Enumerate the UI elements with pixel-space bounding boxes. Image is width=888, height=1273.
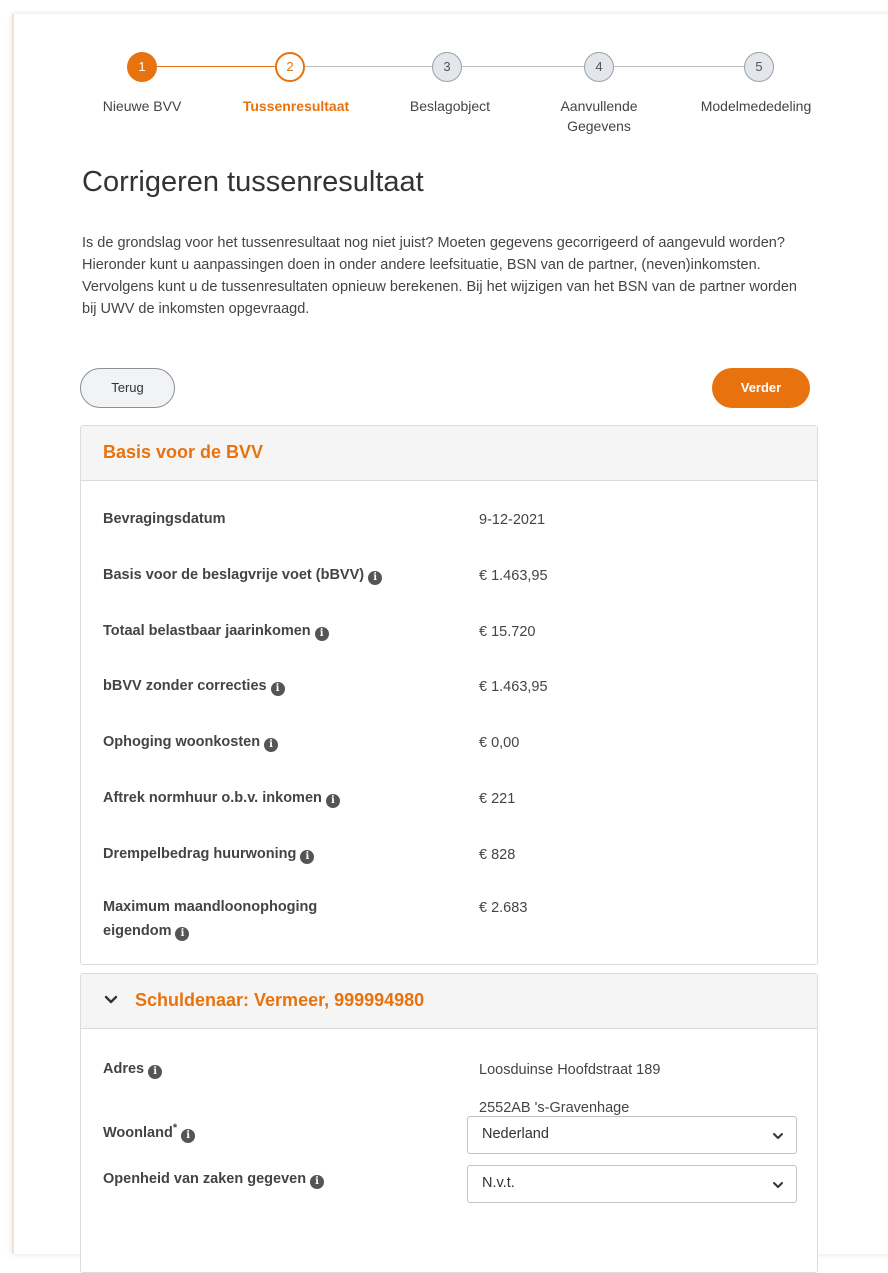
chevron-down-icon[interactable] (103, 992, 119, 1008)
row-label: Bevragingsdatum (103, 511, 226, 527)
step-5-label: Modelmededeling (700, 98, 812, 114)
step-1-label[interactable]: Nieuwe BVV (72, 96, 212, 116)
step-connector (462, 66, 584, 67)
step-5-circle: 5 (744, 52, 774, 82)
country-label: Woonland*i (103, 1116, 453, 1145)
step-2-label[interactable]: Tussenresultaat (226, 96, 366, 116)
row-label: Drempelbedrag huurwoning i (103, 842, 453, 866)
row-label: Basis voor de beslagvrije voet (bBVV) i (103, 563, 453, 587)
basis-panel-header: Basis voor de BVV (81, 426, 817, 481)
chevron-down-icon (773, 1133, 783, 1139)
row-value: € 221 (479, 791, 516, 807)
row-value: € 0,00 (479, 735, 520, 751)
next-button[interactable]: Verder (712, 368, 810, 408)
row-label: Aftrek normhuur o.b.v. inkomen i (103, 786, 453, 810)
info-icon[interactable]: i (264, 738, 279, 752)
address-label: Adres i (103, 1057, 453, 1081)
step-connector (305, 66, 432, 67)
debtor-panel: Schuldenaar: Vermeer, 999994980 Adres i L… (80, 973, 818, 1273)
row-value: 9-12-2021 (479, 512, 546, 528)
info-icon[interactable]: i (368, 571, 383, 585)
chevron-down-icon (773, 1182, 783, 1188)
row-label: Maximum maandloonophoging eigendom i (103, 899, 318, 941)
step-3-circle: 3 (432, 52, 462, 82)
basis-panel-title: Basis voor de BVV (103, 442, 264, 462)
disclosure-select[interactable]: N.v.t. (467, 1165, 797, 1203)
country-select-value: Nederland (482, 1126, 549, 1142)
step-connector (157, 66, 275, 67)
page-title: Corrigeren tussenresultaat (82, 166, 424, 198)
progress-stepper: 1 2 3 4 5 Nieuwe BVV Tussenresultaat Bes… (0, 0, 888, 160)
row-value: € 1.463,95 (479, 679, 548, 695)
intro-text: Is de grondslag voor het tussenresultaat… (82, 235, 797, 317)
debtor-panel-title: Schuldenaar: Vermeer, 999994980 (135, 990, 425, 1010)
info-icon[interactable]: i (325, 794, 340, 808)
row-label: bBVV zonder correcties i (103, 674, 453, 698)
step-4-label: Aanvullende Gegevens (560, 98, 638, 134)
info-icon[interactable]: i (310, 1175, 325, 1189)
step-1-circle[interactable]: 1 (127, 52, 157, 82)
row-value: € 15.720 (479, 624, 536, 640)
info-icon[interactable]: i (175, 927, 190, 941)
info-icon[interactable]: i (148, 1065, 163, 1079)
info-icon[interactable]: i (300, 850, 315, 864)
disclosure-label: Openheid van zaken gegeven i (103, 1167, 453, 1191)
step-2-circle[interactable]: 2 (275, 52, 305, 82)
row-label: Totaal belastbaar jaarinkomen i (103, 619, 453, 643)
country-select[interactable]: Nederland (467, 1116, 797, 1154)
address-line-1: Loosduinse Hoofdstraat 189 (479, 1062, 661, 1078)
row-value: € 2.683 (479, 900, 528, 916)
row-value: € 1.463,95 (479, 568, 548, 584)
info-icon[interactable]: i (270, 682, 285, 696)
debtor-panel-header[interactable]: Schuldenaar: Vermeer, 999994980 (81, 974, 817, 1029)
row-value: € 828 (479, 847, 516, 863)
step-3-label: Beslagobject (409, 98, 491, 114)
step-connector (614, 66, 744, 67)
info-icon[interactable]: i (181, 1128, 196, 1143)
row-label: Ophoging woonkosten i (103, 730, 453, 754)
required-mark: * (172, 1122, 178, 1134)
step-4-circle: 4 (584, 52, 614, 82)
back-button[interactable]: Terug (80, 368, 175, 408)
info-icon[interactable]: i (314, 627, 329, 641)
basis-panel: Basis voor de BVV Bevragingsdatum 9-12-2… (80, 425, 818, 965)
disclosure-select-value: N.v.t. (482, 1175, 515, 1191)
